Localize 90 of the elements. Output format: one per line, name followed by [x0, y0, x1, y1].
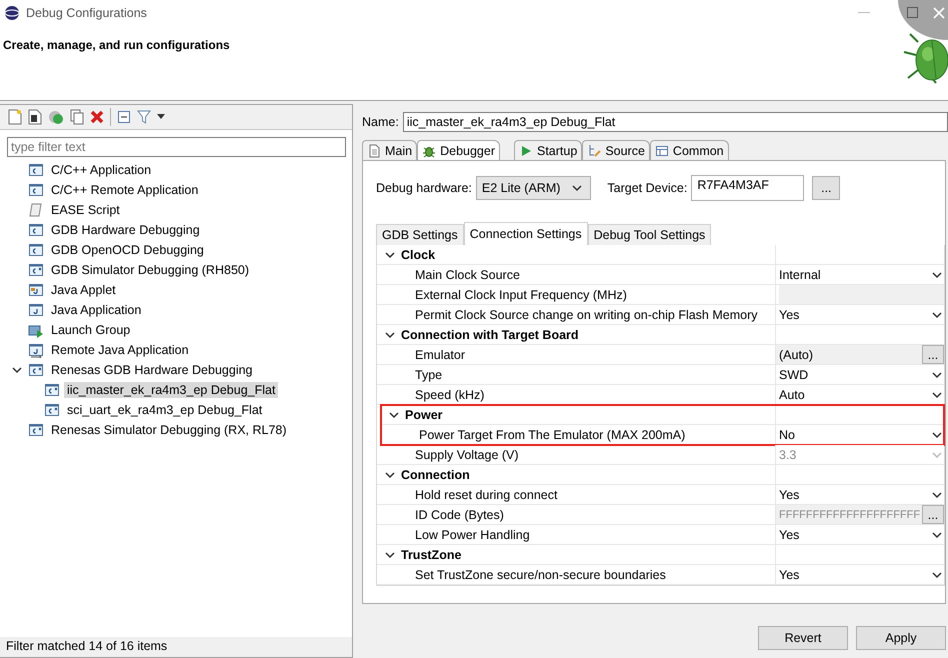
tree-item[interactable]: Renesas GDB Hardware Debugging: [48, 362, 256, 378]
revert-button[interactable]: Revert: [758, 626, 848, 650]
c-file-icon: [28, 242, 44, 258]
tree-item[interactable]: EASE Script: [48, 202, 123, 218]
debug-hardware-label: Debug hardware:: [376, 181, 472, 195]
window-title: Debug Configurations: [26, 6, 147, 20]
new-file-icon[interactable]: [8, 109, 22, 125]
tree-item[interactable]: C/C++ Application: [48, 162, 154, 178]
c-file-icon: [28, 162, 44, 178]
tree-item[interactable]: GDB Simulator Debugging (RH850): [48, 262, 252, 278]
setting-value: No: [779, 428, 795, 442]
setting-value: FFFFFFFFFFFFFFFFFFFFF: [779, 508, 920, 520]
tab[interactable]: Common: [650, 140, 729, 160]
c-file-icon: [44, 382, 60, 398]
setting-label: Power Target From The Emulator (MAX 200mA): [419, 428, 686, 442]
apply-button[interactable]: Apply: [856, 626, 946, 650]
setting-value: (Auto): [779, 348, 814, 362]
applet-icon: [28, 282, 44, 298]
group-heading: TrustZone: [401, 548, 462, 562]
header-title: Create, manage, and run configurations: [3, 38, 231, 52]
c-file-icon: [28, 182, 44, 198]
dropdown-caret-icon[interactable]: [157, 114, 165, 120]
debug-hardware-dropdown[interactable]: E2 Lite (ARM): [476, 176, 592, 200]
tree-item[interactable]: C/C++ Remote Application: [48, 182, 202, 198]
setting-label: Supply Voltage (V): [415, 448, 519, 462]
name-field[interactable]: iic_master_ek_ra4m3_ep Debug_Flat: [402, 112, 948, 132]
name-label: Name:: [362, 115, 399, 129]
group-heading: Connection: [401, 468, 470, 482]
setting-value: Auto: [779, 388, 805, 402]
document-icon: [367, 144, 381, 158]
setting-label: ID Code (Bytes): [415, 508, 504, 522]
setting-label: Hold reset during connect: [415, 488, 558, 502]
maximize-icon[interactable]: [907, 7, 918, 18]
browse-button[interactable]: ...: [812, 176, 840, 200]
tree-item[interactable]: Renesas Simulator Debugging (RX, RL78): [48, 422, 290, 438]
target-device-label: Target Device:: [607, 181, 688, 195]
setting-value: Yes: [779, 568, 800, 582]
c-file-icon: [28, 362, 44, 378]
source-tree-icon: [587, 144, 602, 158]
filter-field[interactable]: type filter text: [7, 137, 346, 157]
c-file-icon: [28, 262, 44, 278]
tree-item[interactable]: Java Application: [48, 302, 144, 318]
browse-button[interactable]: ...: [922, 345, 944, 364]
delete-icon[interactable]: [90, 110, 104, 124]
collapse-all-icon[interactable]: [117, 110, 131, 124]
tab[interactable]: Source: [582, 140, 650, 160]
setting-label: Type: [415, 368, 442, 382]
script-icon: [28, 202, 44, 218]
remote-java-icon: [28, 342, 44, 358]
tab[interactable]: Debug Tool Settings: [588, 224, 712, 245]
tree-item[interactable]: Launch Group: [48, 322, 134, 338]
bug-drawing: [902, 32, 948, 84]
tab[interactable]: Debugger: [417, 140, 500, 160]
setting-value: 3.3: [779, 448, 796, 462]
setting-value: Internal: [779, 268, 821, 282]
tree-item[interactable]: GDB OpenOCD Debugging: [48, 242, 207, 258]
tab[interactable]: Connection Settings: [464, 222, 588, 245]
tree-item[interactable]: iic_master_ek_ra4m3_ep Debug_Flat: [64, 382, 278, 398]
c-file-icon: [28, 222, 44, 238]
setting-label: Permit Clock Source change on writing on-chip Flash Memory: [415, 308, 758, 322]
c-file-icon: [44, 402, 60, 418]
setting-label: Main Clock Source: [415, 268, 520, 282]
setting-label: Set TrustZone secure/non-secure boundaries: [415, 568, 666, 582]
play-icon: [519, 144, 533, 158]
setting-value: Yes: [779, 528, 800, 542]
group-heading: Clock: [401, 248, 436, 262]
setting-label: Emulator: [415, 348, 466, 362]
setting-label: Speed (kHz): [415, 388, 484, 402]
setting-value: Yes: [779, 308, 800, 322]
group-heading: Power: [405, 408, 443, 422]
tree-item[interactable]: Remote Java Application: [48, 342, 192, 358]
table-icon: [654, 144, 669, 158]
target-device-field[interactable]: R7FA4M3AF: [691, 175, 804, 201]
status-text: Filter matched 14 of 16 items: [0, 637, 352, 657]
setting-label: Low Power Handling: [415, 528, 530, 542]
duplicate-icon[interactable]: [70, 109, 84, 125]
c-file-icon: [28, 422, 44, 438]
tree-item[interactable]: Java Applet: [48, 282, 119, 298]
tab[interactable]: Startup: [514, 140, 582, 160]
filter-icon[interactable]: [137, 109, 151, 125]
setting-value: Yes: [779, 488, 800, 502]
app-icon: [4, 4, 20, 20]
java-file-icon: [28, 302, 44, 318]
setting-label: External Clock Input Frequency (MHz): [415, 288, 627, 302]
tab[interactable]: Main: [362, 140, 418, 160]
tree-item[interactable]: sci_uart_ek_ra4m3_ep Debug_Flat: [64, 402, 266, 418]
setting-value: SWD: [779, 368, 808, 382]
group-heading: Connection with Target Board: [401, 328, 579, 342]
tree-item[interactable]: GDB Hardware Debugging: [48, 222, 203, 238]
tab[interactable]: GDB Settings: [376, 224, 464, 245]
